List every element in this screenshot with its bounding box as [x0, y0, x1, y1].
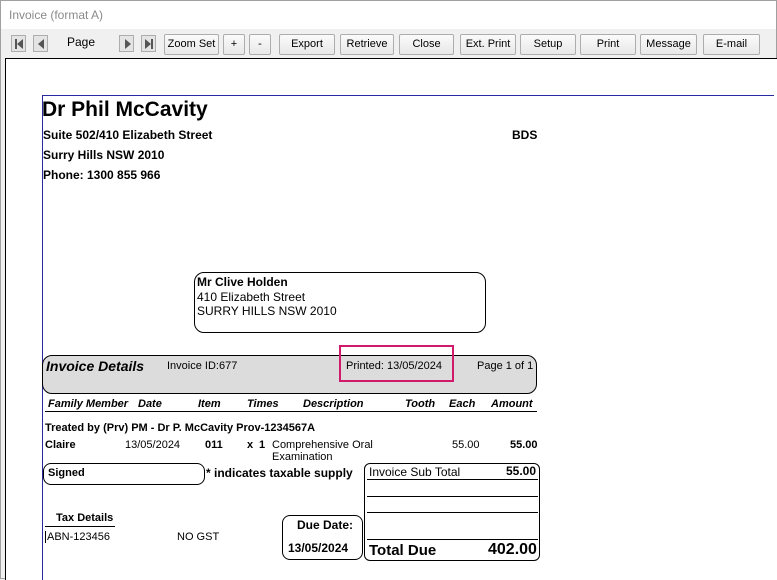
- line-amount: 55.00: [510, 439, 538, 451]
- totals-rule-3: [367, 512, 538, 513]
- practice-address-line1: Suite 502/410 Elizabeth Street: [43, 128, 213, 142]
- total-due-label: Total Due: [369, 542, 437, 559]
- col-tooth: Tooth: [405, 398, 436, 410]
- gst-status: NO GST: [177, 531, 220, 543]
- due-date-value: 13/05/2024: [288, 541, 349, 555]
- line-member: Claire: [45, 439, 76, 451]
- tax-details-rule: [45, 526, 115, 527]
- sub-total-label: Invoice Sub Total: [369, 465, 461, 479]
- page-count: Page 1 of 1: [477, 360, 534, 372]
- practice-name: Dr Phil McCavity: [42, 98, 208, 121]
- line-each: 55.00: [452, 439, 480, 451]
- treated-by: Treated by (Prv) PM - Dr P. McCavity Pro…: [45, 422, 316, 434]
- practice-code: BDS: [512, 128, 538, 142]
- col-family-member: Family Member: [48, 398, 129, 410]
- recipient-address-line1: 410 Elizabeth Street: [197, 290, 306, 304]
- invoice-document: Dr Phil McCavity Suite 502/410 Elizabeth…: [1, 1, 777, 580]
- total-due-value: 402.00: [488, 541, 537, 558]
- printed-date-highlight: [339, 345, 454, 382]
- col-item: Item: [198, 398, 221, 410]
- col-times: Times: [247, 398, 279, 410]
- invoice-preview-window: Invoice (format A) Page Zoom Set + - Exp…: [0, 0, 777, 580]
- invoice-id: Invoice ID:677: [167, 360, 238, 372]
- tax-details-heading: Tax Details: [56, 512, 114, 524]
- line-times: 1: [259, 439, 266, 451]
- col-each: Each: [449, 398, 476, 410]
- invoice-details-title: Invoice Details: [46, 358, 145, 374]
- line-description-2: Examination: [272, 451, 333, 463]
- recipient-name: Mr Clive Holden: [197, 275, 288, 289]
- line-date: 13/05/2024: [125, 439, 181, 451]
- due-date-label: Due Date:: [297, 518, 354, 532]
- recipient-address-line2: SURRY HILLS NSW 2010: [197, 304, 337, 318]
- totals-rule-4: [367, 539, 538, 540]
- col-description: Description: [303, 398, 364, 410]
- totals-rule-2: [367, 496, 538, 497]
- abn-number: ABN-123456: [45, 531, 110, 543]
- column-header-rule: [45, 411, 537, 412]
- practice-phone: Phone: 1300 855 966: [43, 168, 161, 182]
- top-margin-line: [42, 95, 774, 96]
- line-item-code: 011: [205, 439, 223, 451]
- totals-rule-1: [367, 479, 538, 480]
- sub-total-value: 55.00: [506, 464, 537, 478]
- taxable-supply-note: * indicates taxable supply: [206, 466, 353, 480]
- col-date: Date: [138, 398, 162, 410]
- practice-address-line2: Surry Hills NSW 2010: [43, 148, 165, 162]
- signed-label: Signed: [48, 467, 85, 479]
- line-times-x: x: [247, 439, 254, 451]
- line-description-1: Comprehensive Oral: [272, 439, 373, 451]
- col-amount: Amount: [491, 398, 533, 410]
